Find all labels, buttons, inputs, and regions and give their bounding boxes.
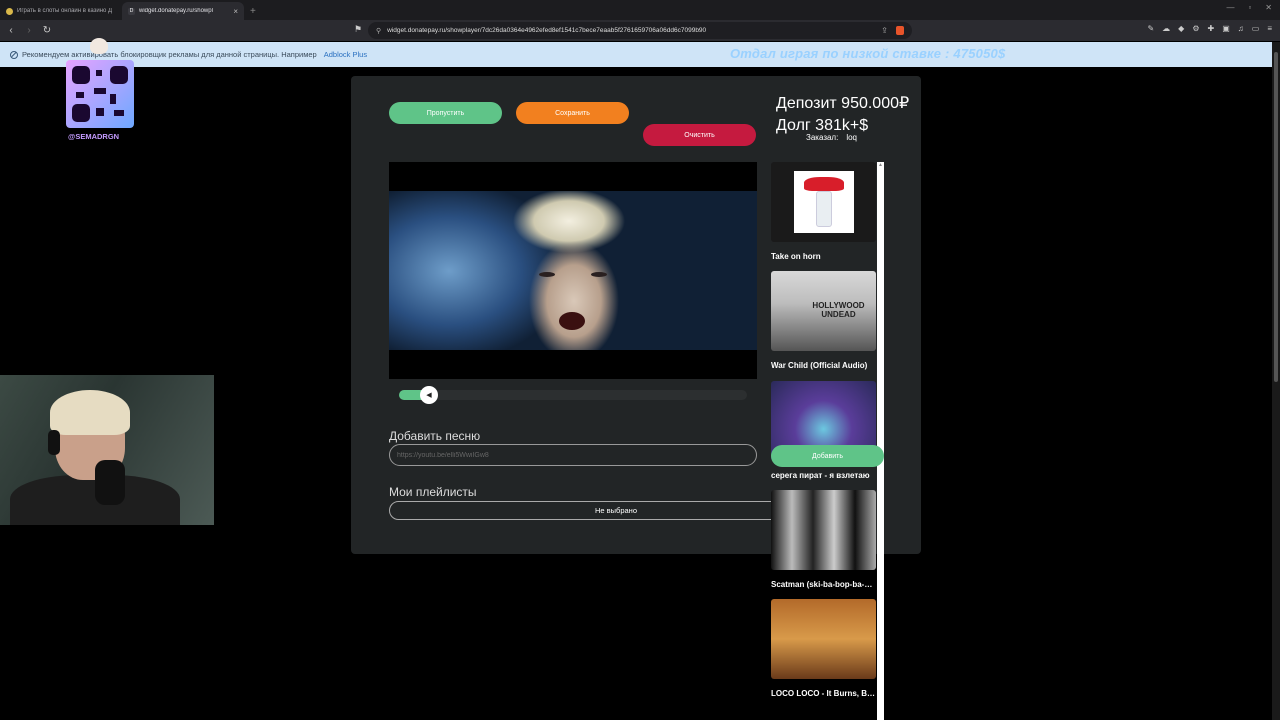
donation-ticker: Отдал играя по низкой ставке : 475050$	[730, 46, 1006, 61]
bookmark-icon[interactable]: ⚑	[354, 24, 362, 35]
menu-icon[interactable]: ≡	[1267, 24, 1272, 33]
queue-item-title: War Child (Official Audio)	[771, 361, 868, 370]
microphone-icon	[95, 460, 125, 505]
progress-slider[interactable]: ◀	[399, 386, 747, 404]
site-info-icon[interactable]: ⚲	[376, 27, 381, 35]
scrollbar-thumb[interactable]	[1274, 52, 1278, 382]
save-button[interactable]: Сохранить	[516, 102, 629, 124]
extension-icon[interactable]: ◆	[1178, 24, 1184, 33]
address-toolbar: ‹ › ↻ ⚑ ⚲ widget.donatepay.ru/showplayer…	[0, 20, 1280, 41]
forward-icon[interactable]: ›	[22, 25, 36, 36]
tab-title: Играть в слоты онлайн в казино Д	[17, 8, 113, 14]
queue-item[interactable]: LOCO LOCO - It Burns, Burns, Burns	[771, 599, 876, 698]
streamer-handle: @SEMADRGN	[68, 132, 120, 141]
progress-handle[interactable]: ◀	[420, 386, 438, 404]
puzzle-icon[interactable]: ✚	[1208, 24, 1215, 33]
ordered-label: Заказал:	[806, 133, 839, 142]
browser-tab-bar: Играть в слоты онлайн в казино Д D widge…	[0, 0, 1280, 20]
tab-title: widget.donatepay.ru/showpl	[139, 8, 213, 14]
video-detail	[591, 272, 607, 277]
playlist-selected: Не выбрано	[595, 506, 637, 515]
add-song-label: Добавить песню	[389, 429, 481, 443]
queue-item-title: серега пират - я взлетаю	[771, 471, 870, 480]
notice-text: Рекомендуем активировать блокировщик рек…	[22, 50, 317, 59]
reload-icon[interactable]: ↻	[40, 25, 54, 36]
video-detail	[539, 272, 555, 277]
donatepay-favicon-icon: D	[128, 7, 135, 15]
video-player[interactable]	[389, 162, 757, 379]
adblock-notice: Рекомендуем активировать блокировщик рек…	[0, 42, 1272, 67]
rewind-icon: ◀	[426, 392, 432, 399]
queue-item[interactable]: HOLLYWOOD UNDEAD War Child (Official Aud…	[771, 271, 876, 370]
skip-button[interactable]: Пропустить	[389, 102, 502, 124]
thumbnail-text: HOLLYWOOD UNDEAD	[812, 301, 865, 319]
page-scrollbar[interactable]	[1272, 42, 1280, 720]
ordered-by: Заказал: loq	[806, 133, 857, 142]
clear-button[interactable]: Очистить	[643, 124, 756, 146]
window-controls: — ▫ ✕	[1226, 3, 1272, 12]
song-queue[interactable]: Take on horn HOLLYWOOD UNDEAD War Child …	[771, 162, 884, 720]
queue-scrollbar[interactable]	[877, 162, 884, 720]
add-song-button[interactable]: Добавить	[771, 445, 884, 467]
wallet-icon[interactable]: ▭	[1252, 24, 1260, 33]
video-detail	[559, 312, 585, 330]
adblock-link[interactable]: Adblock Plus	[324, 50, 367, 59]
media-icon[interactable]: ♫	[1238, 24, 1244, 33]
minimize-icon[interactable]: —	[1226, 3, 1234, 12]
queue-thumbnail	[771, 162, 876, 242]
playlists-label: Мои плейлисты	[389, 485, 477, 499]
new-tab-button[interactable]: +	[244, 2, 262, 20]
share-icon[interactable]: ⇪	[881, 26, 888, 35]
extension-icon[interactable]: ⚙	[1192, 24, 1199, 33]
tab-casino[interactable]: Играть в слоты онлайн в казино Д	[0, 2, 122, 20]
headphones-icon	[48, 430, 60, 455]
back-icon[interactable]: ‹	[4, 25, 18, 36]
queue-thumbnail	[771, 599, 876, 679]
casino-favicon-icon	[6, 7, 13, 15]
sidebar-icon[interactable]: ▣	[1222, 24, 1230, 33]
close-tab-icon[interactable]: ×	[233, 7, 238, 16]
air-horn-icon	[793, 171, 854, 233]
queue-thumbnail	[771, 490, 876, 570]
extensions-bar: ✎ ☁ ◆ ⚙ ✚ ▣ ♫ ▭ ≡	[1147, 24, 1272, 33]
song-url-input[interactable]	[389, 444, 757, 466]
webcam-overlay	[0, 375, 214, 525]
queue-item[interactable]: Scatman (ski-ba-bop-ba-dop-bop)	[771, 490, 876, 589]
queue-item[interactable]: Take on horn	[771, 162, 876, 261]
mascot-icon	[90, 38, 108, 54]
maximize-icon[interactable]: ▫	[1248, 3, 1251, 12]
block-icon	[10, 50, 18, 59]
url-text: widget.donatepay.ru/showplayer/7dc26da03…	[387, 27, 707, 34]
queue-item-title: LOCO LOCO - It Burns, Burns, Burns	[771, 689, 876, 698]
close-window-icon[interactable]: ✕	[1265, 3, 1272, 12]
extension-icon[interactable]: ☁	[1162, 24, 1170, 33]
tab-donatepay[interactable]: D widget.donatepay.ru/showpl ×	[122, 2, 244, 20]
brave-shield-icon[interactable]	[896, 26, 904, 35]
deposit-text: Депозит 950.000₽	[776, 95, 910, 112]
ordered-user: loq	[846, 133, 858, 142]
queue-item-title: Scatman (ski-ba-bop-ba-dop-bop)	[771, 580, 876, 589]
queue-item-title: Take on horn	[771, 252, 821, 261]
webcam-detail	[50, 390, 130, 435]
url-field[interactable]: ⚲ widget.donatepay.ru/showplayer/7dc26da…	[368, 22, 912, 39]
queue-thumbnail: HOLLYWOOD UNDEAD	[771, 271, 876, 351]
qr-code-icon	[66, 60, 134, 128]
extension-icon[interactable]: ✎	[1147, 24, 1154, 33]
